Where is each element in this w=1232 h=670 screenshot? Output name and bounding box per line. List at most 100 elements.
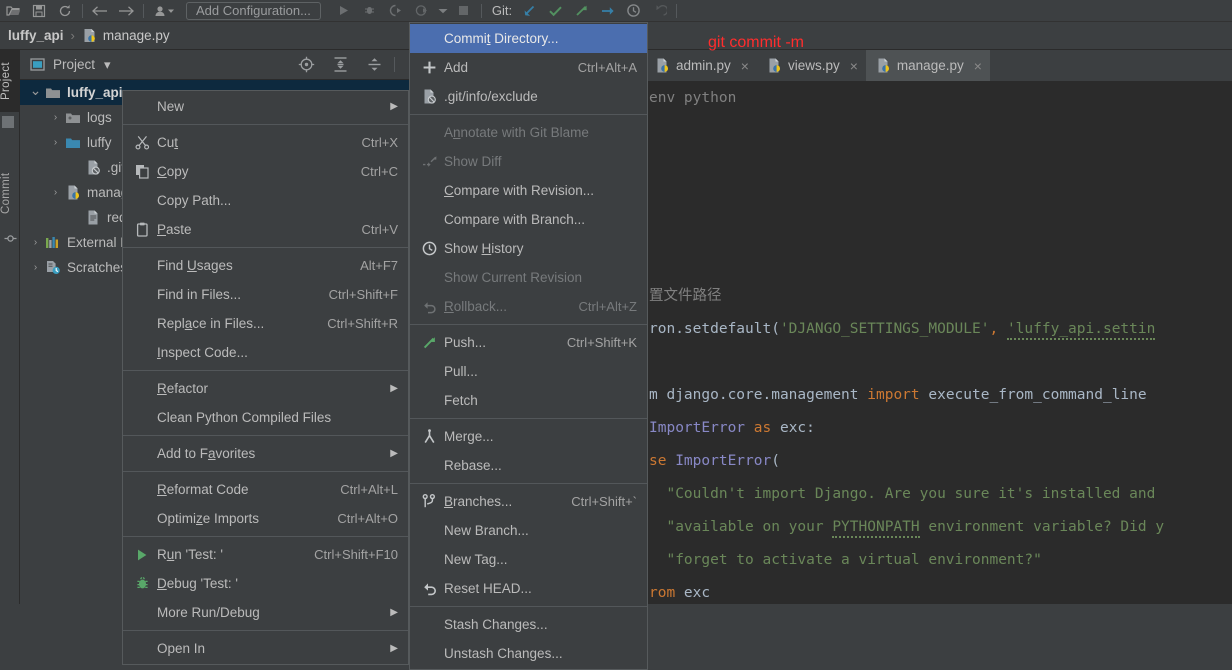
menu-item-new-tag[interactable]: New Tag...	[410, 545, 647, 574]
menu-item-label: Rollback...	[444, 299, 578, 314]
menu-item-debug-test[interactable]: Debug 'Test: '	[123, 569, 408, 598]
menu-item-pull[interactable]: Pull...	[410, 357, 647, 386]
editor-tab-manage-py[interactable]: manage.py×	[866, 50, 990, 81]
menu-item-find-in-files[interactable]: Find in Files...Ctrl+Shift+F	[123, 280, 408, 309]
chevron-down-icon[interactable]: ⌄	[28, 82, 43, 99]
profile-run-icon[interactable]	[409, 0, 435, 22]
menu-item-run-test[interactable]: Run 'Test: 'Ctrl+Shift+F10	[123, 540, 408, 569]
editor-tab-views-py[interactable]: views.py×	[757, 50, 866, 81]
expand-all-icon[interactable]	[323, 50, 357, 80]
menu-item-git-info-exclude[interactable]: .git/info/exclude	[410, 82, 647, 111]
chevron-right-icon[interactable]: ›	[28, 262, 43, 273]
annotation-git-commit: git commit -m	[708, 34, 804, 52]
forward-arrow-icon[interactable]	[113, 0, 139, 22]
run-configuration-selector[interactable]: Add Configuration...	[186, 2, 321, 20]
select-opened-file-icon[interactable]	[289, 50, 323, 80]
menu-item-branches[interactable]: Branches...Ctrl+Shift+`	[410, 487, 647, 516]
menu-item-paste[interactable]: PasteCtrl+V	[123, 215, 408, 244]
commit-check-icon[interactable]	[542, 0, 568, 22]
menu-item-annotate-with-git-blame: Annotate with Git Blame	[410, 118, 647, 147]
close-icon[interactable]: ×	[850, 58, 858, 74]
file-context-menu[interactable]: New▶CutCtrl+XCopyCtrl+CCopy Path...Paste…	[122, 90, 409, 665]
editor-tab-admin-py[interactable]: admin.py×	[645, 50, 757, 81]
dropdown-caret-icon[interactable]	[435, 0, 451, 22]
stripe-tab-project[interactable]: Project	[0, 50, 20, 112]
close-icon[interactable]: ×	[741, 58, 749, 74]
menu-item-add-to-favorites[interactable]: Add to Favorites▶	[123, 439, 408, 468]
menu-separator	[123, 370, 408, 371]
chevron-right-icon[interactable]: ›	[48, 112, 63, 123]
git-submenu[interactable]: Commit Directory...AddCtrl+Alt+A.git/inf…	[409, 22, 648, 670]
chevron-right-icon[interactable]: ›	[48, 187, 63, 198]
menu-item-replace-in-files[interactable]: Replace in Files...Ctrl+Shift+R	[123, 309, 408, 338]
menu-item-copy-path[interactable]: Copy Path...	[123, 186, 408, 215]
profile-dropdown-icon[interactable]	[148, 0, 182, 22]
menu-item-fetch[interactable]: Fetch	[410, 386, 647, 415]
push-arrow-icon[interactable]	[568, 0, 594, 22]
menu-separator	[410, 483, 647, 484]
menu-separator	[123, 247, 408, 248]
code-line	[645, 115, 1232, 148]
open-folder-icon[interactable]	[0, 0, 26, 22]
chevron-down-icon[interactable]: ▾	[104, 57, 111, 73]
menu-item-label: Fetch	[444, 393, 647, 408]
tree-item-label: luffy	[87, 135, 112, 150]
python-file-icon	[63, 185, 83, 200]
python-file-icon	[655, 58, 670, 73]
menu-item-compare-with-branch[interactable]: Compare with Branch...	[410, 205, 647, 234]
run-with-coverage-icon[interactable]	[383, 0, 409, 22]
run-icon[interactable]	[331, 0, 357, 22]
toolbar-divider-4	[676, 4, 677, 18]
menu-item-shortcut: Ctrl+V	[362, 222, 408, 237]
debug-icon[interactable]	[357, 0, 383, 22]
menu-item-merge[interactable]: Merge...	[410, 422, 647, 451]
menu-item-compare-with-revision[interactable]: Compare with Revision...	[410, 176, 647, 205]
menu-item-new[interactable]: New▶	[123, 92, 408, 121]
code-content[interactable]: env python 置文件路径ron.setdefault('DJANGO_S…	[645, 82, 1232, 604]
stripe-tab-commit[interactable]: Commit	[0, 160, 20, 226]
scratches-icon	[43, 260, 63, 275]
menu-item-label: Run 'Test: '	[157, 547, 314, 562]
menu-item-push[interactable]: Push...Ctrl+Shift+K	[410, 328, 647, 357]
menu-item-inspect-code[interactable]: Inspect Code...	[123, 338, 408, 367]
menu-item-label: Optimize Imports	[157, 511, 337, 526]
python-file-icon	[82, 28, 97, 43]
chevron-right-icon[interactable]: ›	[48, 137, 63, 148]
menu-item-open-in[interactable]: Open In▶	[123, 634, 408, 663]
save-all-icon[interactable]	[26, 0, 52, 22]
pull-arrow-icon[interactable]	[594, 0, 620, 22]
menu-item-rebase[interactable]: Rebase...	[410, 451, 647, 480]
menu-item-clean-python-compiled-files[interactable]: Clean Python Compiled Files	[123, 403, 408, 432]
close-icon[interactable]: ×	[974, 58, 982, 74]
sync-refresh-icon[interactable]	[52, 0, 78, 22]
breadcrumb-file[interactable]: manage.py	[103, 28, 170, 43]
menu-item-stash-changes[interactable]: Stash Changes...	[410, 610, 647, 639]
menu-item-shortcut: Ctrl+Alt+Z	[578, 299, 647, 314]
breadcrumb-project[interactable]: luffy_api	[8, 28, 64, 43]
menu-item-more-run-debug[interactable]: More Run/Debug▶	[123, 598, 408, 627]
menu-separator	[410, 418, 647, 419]
update-project-icon[interactable]	[516, 0, 542, 22]
menu-item-new-branch[interactable]: New Branch...	[410, 516, 647, 545]
code-line: "Couldn't import Django. Are you sure it…	[645, 478, 1232, 511]
menu-item-optimize-imports[interactable]: Optimize ImportsCtrl+Alt+O	[123, 504, 408, 533]
menu-item-find-usages[interactable]: Find UsagesAlt+F7	[123, 251, 408, 280]
menu-item-label: Paste	[157, 222, 362, 237]
menu-item-reset-head[interactable]: Reset HEAD...	[410, 574, 647, 603]
menu-item-unstash-changes[interactable]: Unstash Changes...	[410, 639, 647, 668]
back-arrow-icon[interactable]	[87, 0, 113, 22]
menu-item-refactor[interactable]: Refactor▶	[123, 374, 408, 403]
chevron-right-icon[interactable]: ›	[28, 237, 43, 248]
collapse-all-icon[interactable]	[357, 50, 391, 80]
menu-item-cut[interactable]: CutCtrl+X	[123, 128, 408, 157]
code-line	[645, 247, 1232, 280]
menu-item-add[interactable]: AddCtrl+Alt+A	[410, 53, 647, 82]
menu-item-label: Open In	[157, 641, 390, 656]
python-file-icon	[876, 58, 891, 73]
menu-item-commit-directory[interactable]: Commit Directory...	[410, 24, 647, 53]
menu-item-show-history[interactable]: Show History	[410, 234, 647, 263]
history-clock-icon[interactable]	[620, 0, 646, 22]
menu-item-copy[interactable]: CopyCtrl+C	[123, 157, 408, 186]
menu-item-reformat-code[interactable]: Reformat CodeCtrl+Alt+L	[123, 475, 408, 504]
project-panel-title: Project	[53, 57, 95, 72]
